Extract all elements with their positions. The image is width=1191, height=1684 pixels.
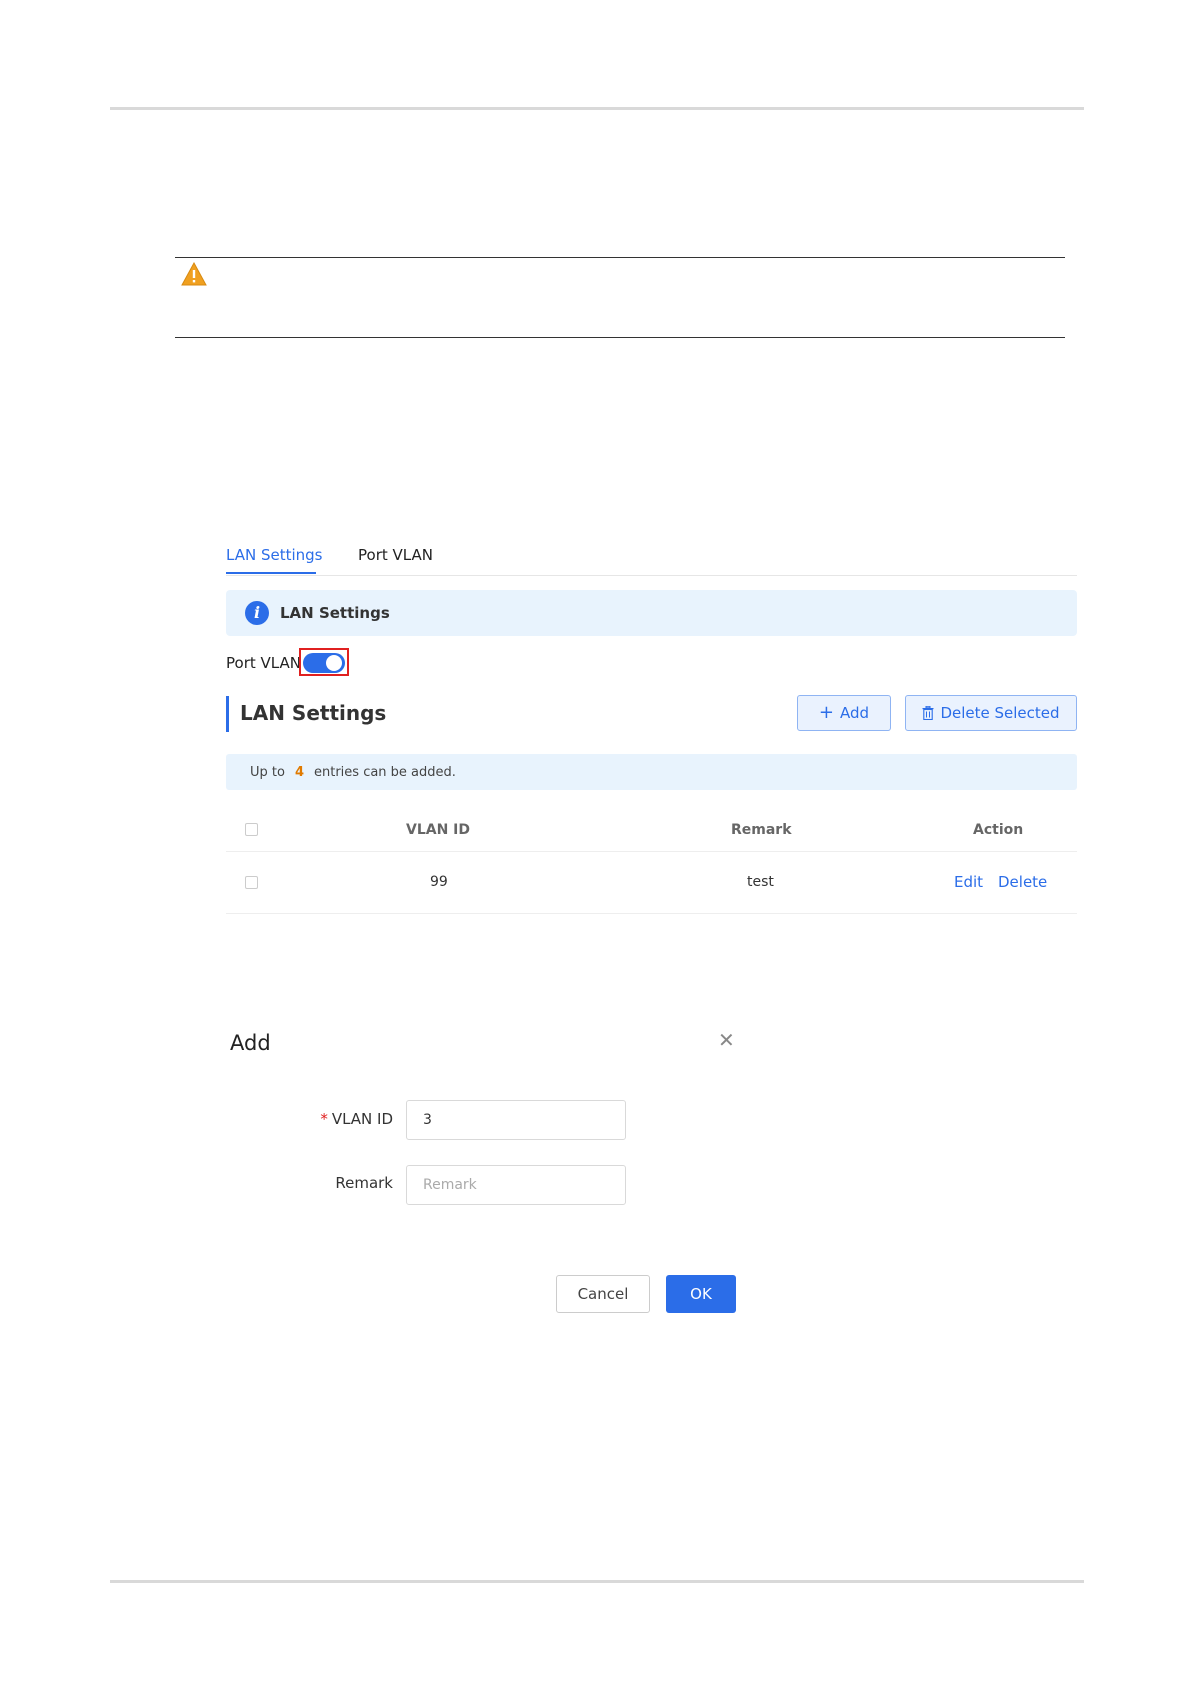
tab-divider [226, 575, 1077, 576]
page-footer-rule [110, 1580, 1084, 1583]
vlan-id-input[interactable] [406, 1100, 626, 1140]
active-tab-indicator [226, 572, 316, 574]
trash-icon [922, 706, 934, 720]
info-icon: i [245, 601, 269, 625]
column-header-remark: Remark [731, 822, 792, 838]
port-vlan-label: Port VLAN [226, 654, 301, 672]
limit-suffix: entries can be added. [314, 764, 456, 780]
section-accent-bar [226, 696, 229, 732]
row-divider [226, 913, 1077, 914]
caution-bottom-rule [175, 337, 1065, 338]
tab-port-vlan[interactable]: Port VLAN [358, 546, 433, 564]
delete-selected-button[interactable]: Delete Selected [905, 695, 1077, 731]
column-header-action: Action [973, 822, 1024, 838]
dialog-title: Add [230, 1031, 271, 1055]
section-title: LAN Settings [240, 701, 387, 725]
entry-limit-bar: Up to 4 entries can be added. [226, 754, 1077, 790]
caution-top-rule [175, 257, 1065, 258]
row-checkbox[interactable] [245, 876, 258, 889]
close-icon[interactable]: ✕ [718, 1028, 735, 1052]
required-marker: * [320, 1110, 328, 1128]
add-button-label: Add [840, 704, 870, 722]
info-banner-text: LAN Settings [280, 604, 390, 622]
warning-icon [181, 262, 207, 286]
ok-button[interactable]: OK [666, 1275, 736, 1313]
vlan-id-label: * VLAN ID [320, 1110, 393, 1128]
add-button[interactable]: + Add [797, 695, 891, 731]
toggle-knob [326, 655, 342, 671]
cell-remark: test [747, 874, 774, 890]
delete-link[interactable]: Delete [998, 873, 1047, 891]
limit-prefix: Up to [250, 764, 285, 780]
delete-selected-label: Delete Selected [940, 704, 1060, 722]
column-header-vlan-id: VLAN ID [406, 822, 471, 838]
cell-vlan-id: 99 [430, 874, 448, 890]
limit-count: 4 [294, 764, 304, 780]
remark-input[interactable] [406, 1165, 626, 1205]
port-vlan-toggle[interactable] [303, 653, 345, 673]
plus-icon: + [818, 702, 835, 723]
tab-lan-settings[interactable]: LAN Settings [226, 546, 322, 564]
page-header-rule [110, 107, 1084, 110]
cancel-button[interactable]: Cancel [556, 1275, 650, 1313]
remark-label: Remark [335, 1174, 393, 1192]
select-all-checkbox[interactable] [245, 823, 258, 836]
edit-link[interactable]: Edit [954, 873, 983, 891]
header-divider [226, 851, 1077, 852]
